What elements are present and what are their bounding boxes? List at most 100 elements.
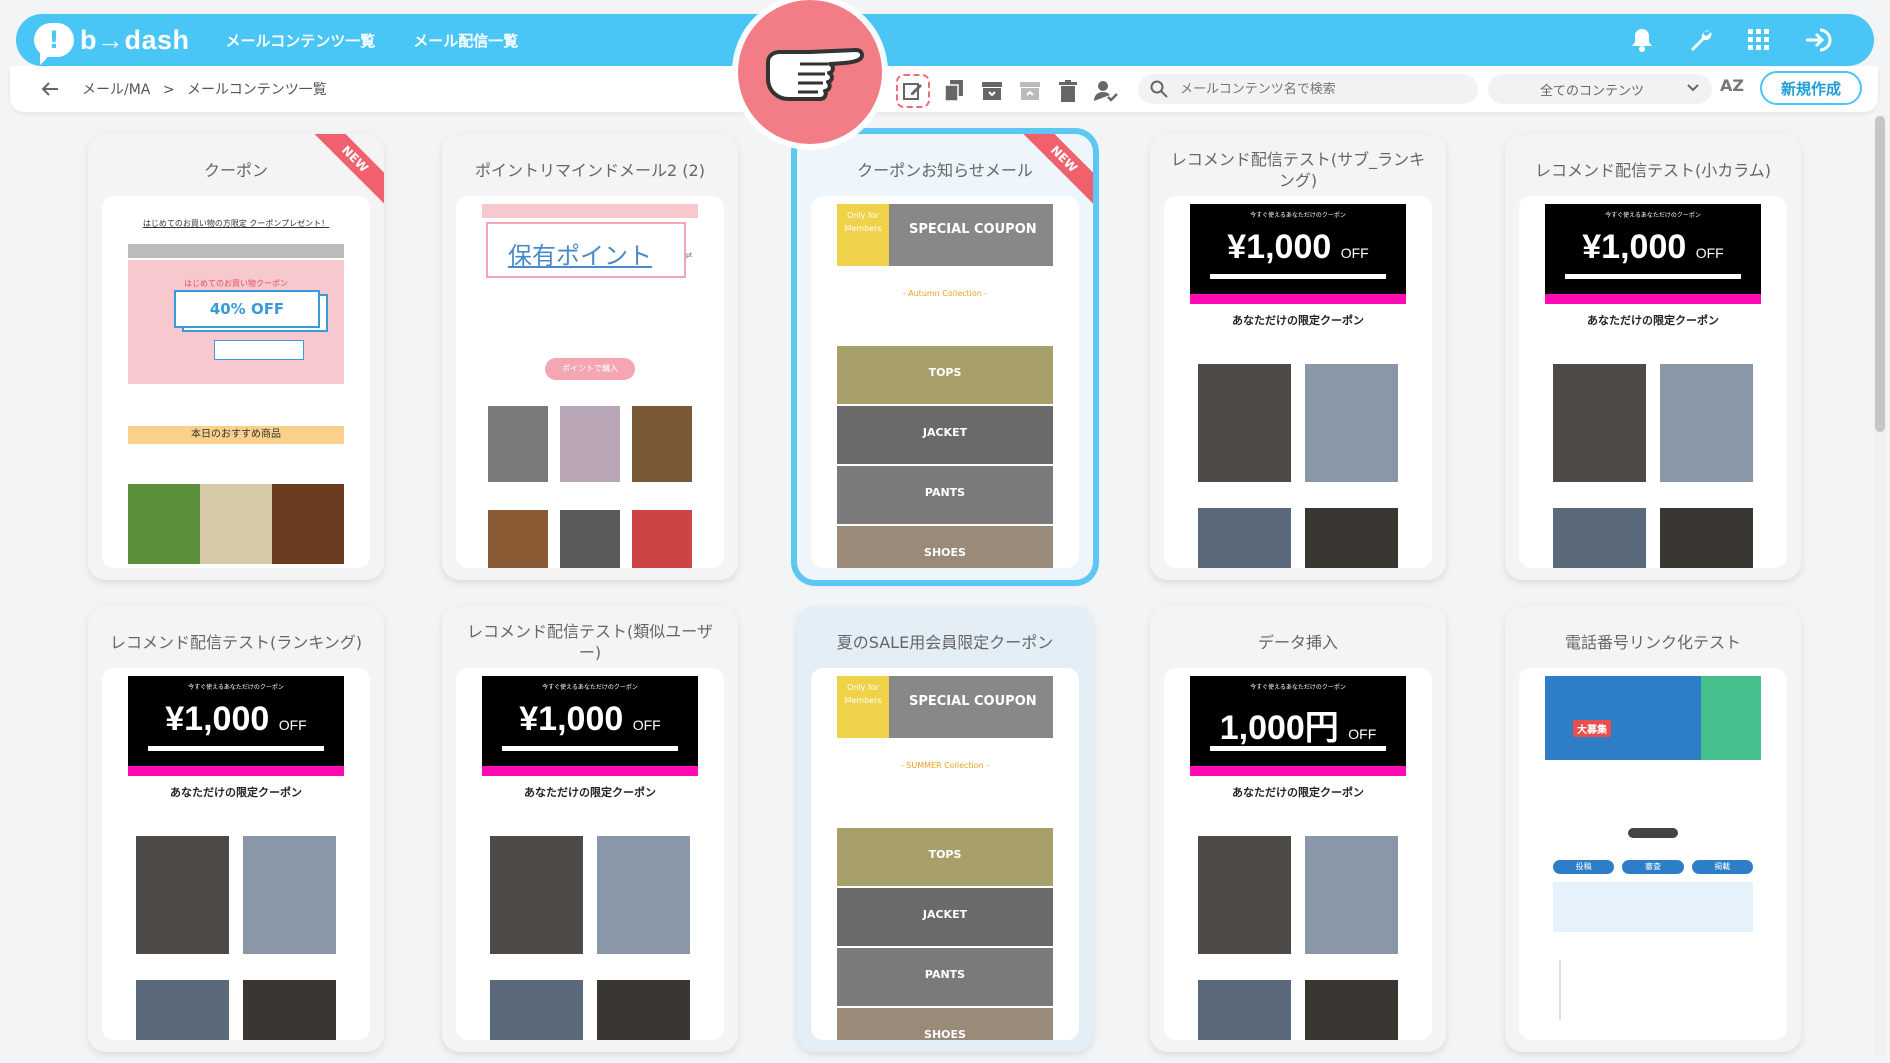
speech-bubble-icon: ! (34, 23, 74, 65)
email-thumbnail: 今すぐ使えるあなただけのクーポン ¥1,000 OFF あなただけの限定クーポン (1545, 204, 1761, 568)
search-icon (1150, 80, 1168, 98)
content-card[interactable]: NEW クーポン はじめてのお買い物の方限定 クーポンプレゼント！ はじめてのお… (88, 134, 384, 580)
card-title: レコメンド配信テスト(小カラム) (1534, 160, 1771, 180)
card-preview-frame: 今すぐ使えるあなただけのクーポン ¥1,000 OFF あなただけの限定クーポン (1164, 196, 1432, 568)
thumb-jacket: JACKET (922, 426, 968, 439)
email-thumbnail: 今すぐ使えるあなただけのクーポン ¥1,000 OFF あなただけの限定クーポン (482, 676, 698, 1040)
breadcrumb-root[interactable]: メール/MA (82, 82, 150, 98)
copy-button[interactable] (940, 77, 968, 105)
card-preview-frame: Only for Members SPECIAL COUPON - SUMMER… (811, 668, 1079, 1040)
thumb-recommend-title: 本日のおすすめ商品 (128, 426, 344, 444)
email-thumbnail: Only for Members SPECIAL COUPON - Autumn… (837, 204, 1053, 568)
top-navigation-bar: ! b→dash メールコンテンツ一覧 メール配信一覧 (16, 14, 1874, 66)
content-card[interactable]: レコメンド配信テスト(類似ユーザー) 今すぐ使えるあなただけのクーポン ¥1,00… (442, 606, 738, 1052)
action-tools (896, 74, 1120, 108)
thumb-off: OFF (632, 717, 661, 733)
thumb-only-members: Only for Members (837, 204, 889, 266)
card-title: レコメンド配信テスト(類似ユーザー) (467, 622, 713, 662)
content-card[interactable]: ポイントリマインドメール2 (2) 保有ポイント pt ポイントで購入 (442, 134, 738, 580)
brand-logo[interactable]: ! b→dash (34, 14, 190, 66)
thumb-limited-coupon: あなただけの限定クーポン (1232, 786, 1364, 799)
filter-selected-value: 全てのコンテンツ (1540, 83, 1645, 99)
email-thumbnail: Only for Members SPECIAL COUPON - SUMMER… (837, 676, 1053, 1040)
thumb-step1: 投稿 (1553, 860, 1615, 874)
card-title: レコメンド配信テスト(サブ_ランキング) (1170, 150, 1426, 190)
content-card[interactable]: データ挿入 今すぐ使えるあなただけのクーポン 1,000円 OFF あなただけの限… (1150, 606, 1446, 1052)
thumb-recruit: 大募集 (1573, 720, 1611, 737)
thumb-small-text: 今すぐ使えるあなただけのクーポン (1250, 212, 1346, 219)
thumb-limited-coupon: あなただけの限定クーポン (524, 786, 656, 799)
email-thumbnail: 今すぐ使えるあなただけのクーポン ¥1,000 OFF あなただけの限定クーポン (128, 676, 344, 1040)
sort-az-button[interactable]: AZ (1720, 76, 1744, 95)
edit-icon (903, 83, 922, 100)
back-arrow-icon[interactable] (38, 78, 62, 100)
card-title: クーポンお知らせメール (857, 160, 1033, 180)
logout-icon[interactable] (1804, 27, 1834, 53)
delete-button[interactable] (1054, 77, 1082, 105)
user-check-icon (1094, 81, 1118, 102)
thumb-tops: TOPS (928, 848, 962, 861)
pointing-hand-icon (766, 48, 865, 101)
card-preview-frame: 今すぐ使えるあなただけのクーポン 1,000円 OFF あなただけの限定クーポン (1164, 668, 1432, 1040)
thumb-amount: ¥1,000 (1227, 228, 1332, 266)
card-preview-frame: 今すぐ使えるあなただけのクーポン ¥1,000 OFF あなただけの限定クーポン (102, 668, 370, 1040)
card-preview-frame: 大募集 投稿 審査 掲載 (1519, 668, 1787, 1040)
nav-mail-delivery[interactable]: メール配信一覧 (413, 30, 518, 51)
content-card[interactable]: レコメンド配信テスト(小カラム) 今すぐ使えるあなただけのクーポン ¥1,000 … (1505, 134, 1801, 580)
thumb-amount: ¥1,000 (1582, 228, 1687, 266)
card-title: 電話番号リンク化テスト (1564, 632, 1741, 652)
breadcrumb-separator: > (162, 82, 175, 98)
card-title: ポイントリマインドメール2 (2) (475, 160, 705, 180)
user-permission-button[interactable] (1092, 77, 1120, 105)
content-card[interactable]: レコメンド配信テスト(ランキング) 今すぐ使えるあなただけのクーポン ¥1,000… (88, 606, 384, 1052)
card-preview-frame: 今すぐ使えるあなただけのクーポン ¥1,000 OFF あなただけの限定クーポン (456, 668, 724, 1040)
vertical-scrollbar[interactable] (1874, 116, 1886, 1056)
card-title: 夏のSALE用会員限定クーポン (836, 632, 1054, 652)
nav-mail-contents[interactable]: メールコンテンツ一覧 (226, 30, 376, 51)
thumb-amount: ¥1,000 (519, 700, 624, 738)
archive-button[interactable] (978, 77, 1006, 105)
top-icons (1630, 14, 1834, 66)
content-card-selected[interactable]: NEW クーポンお知らせメール Only for Members SPECIAL… (797, 134, 1093, 580)
email-thumbnail: 今すぐ使えるあなただけのクーポン ¥1,000 OFF あなただけの限定クーポン (1190, 204, 1406, 568)
thumb-heading: はじめてのお買い物の方限定 クーポンプレゼント！ (142, 219, 330, 228)
thumb-amount: 1,000円 (1219, 709, 1339, 747)
thumb-step3: 掲載 (1691, 860, 1753, 874)
unarchive-button[interactable] (1016, 77, 1044, 105)
content-card-grid: NEW クーポン はじめてのお買い物の方限定 クーポンプレゼント！ はじめてのお… (0, 112, 1890, 1063)
content-filter-select[interactable]: 全てのコンテンツ (1488, 74, 1712, 104)
thumb-off: OFF (1348, 726, 1377, 742)
card-preview-frame: 今すぐ使えるあなただけのクーポン ¥1,000 OFF あなただけの限定クーポン (1519, 196, 1787, 568)
content-card[interactable]: レコメンド配信テスト(サブ_ランキング) 今すぐ使えるあなただけのクーポン ¥1,… (1150, 134, 1446, 580)
new-create-button[interactable]: 新規作成 (1760, 71, 1862, 105)
content-card[interactable]: 電話番号リンク化テスト 大募集 投稿 審査 掲載 (1505, 606, 1801, 1052)
thumb-off: OFF (278, 717, 307, 733)
content-card[interactable]: 夏のSALE用会員限定クーポン Only for Members SPECIAL… (797, 606, 1093, 1052)
thumb-limited-coupon: あなただけの限定クーポン (170, 786, 302, 799)
thumb-special-coupon: SPECIAL COUPON (909, 222, 1037, 237)
unarchive-icon (1020, 82, 1040, 100)
grid-apps-icon[interactable] (1748, 29, 1770, 51)
chevron-down-icon (1687, 84, 1699, 92)
bell-icon[interactable] (1630, 27, 1654, 53)
wrench-icon[interactable] (1688, 27, 1714, 53)
search-input[interactable] (1180, 81, 1470, 97)
archive-icon (982, 82, 1002, 100)
card-title: レコメンド配信テスト(ランキング) (109, 632, 362, 652)
edit-button[interactable] (896, 74, 930, 108)
thumb-small-text: 今すぐ使えるあなただけのクーポン (542, 684, 638, 691)
thumb-point-title: 保有ポイント (508, 242, 652, 270)
thumb-jacket: JACKET (922, 908, 968, 921)
email-thumbnail: 保有ポイント pt ポイントで購入 (482, 204, 698, 568)
scrollbar-thumb[interactable] (1875, 116, 1885, 432)
toolbar: メール/MA > メールコンテンツ一覧 全てのコンテンツ AZ 新規作成 (10, 66, 1878, 112)
search-box[interactable] (1138, 74, 1478, 104)
thumb-offer: 40% OFF (174, 290, 320, 328)
email-thumbnail: はじめてのお買い物の方限定 クーポンプレゼント！ はじめてのお買い物クーポン 4… (128, 204, 344, 568)
thumb-special-coupon: SPECIAL COUPON (909, 694, 1037, 709)
copy-icon (944, 80, 963, 102)
thumb-only-members: Only for Members (837, 676, 889, 738)
thumb-shoes: SHOES (924, 1028, 966, 1040)
thumb-tops: TOPS (928, 366, 962, 379)
email-thumbnail: 今すぐ使えるあなただけのクーポン 1,000円 OFF あなただけの限定クーポン (1190, 676, 1406, 1040)
